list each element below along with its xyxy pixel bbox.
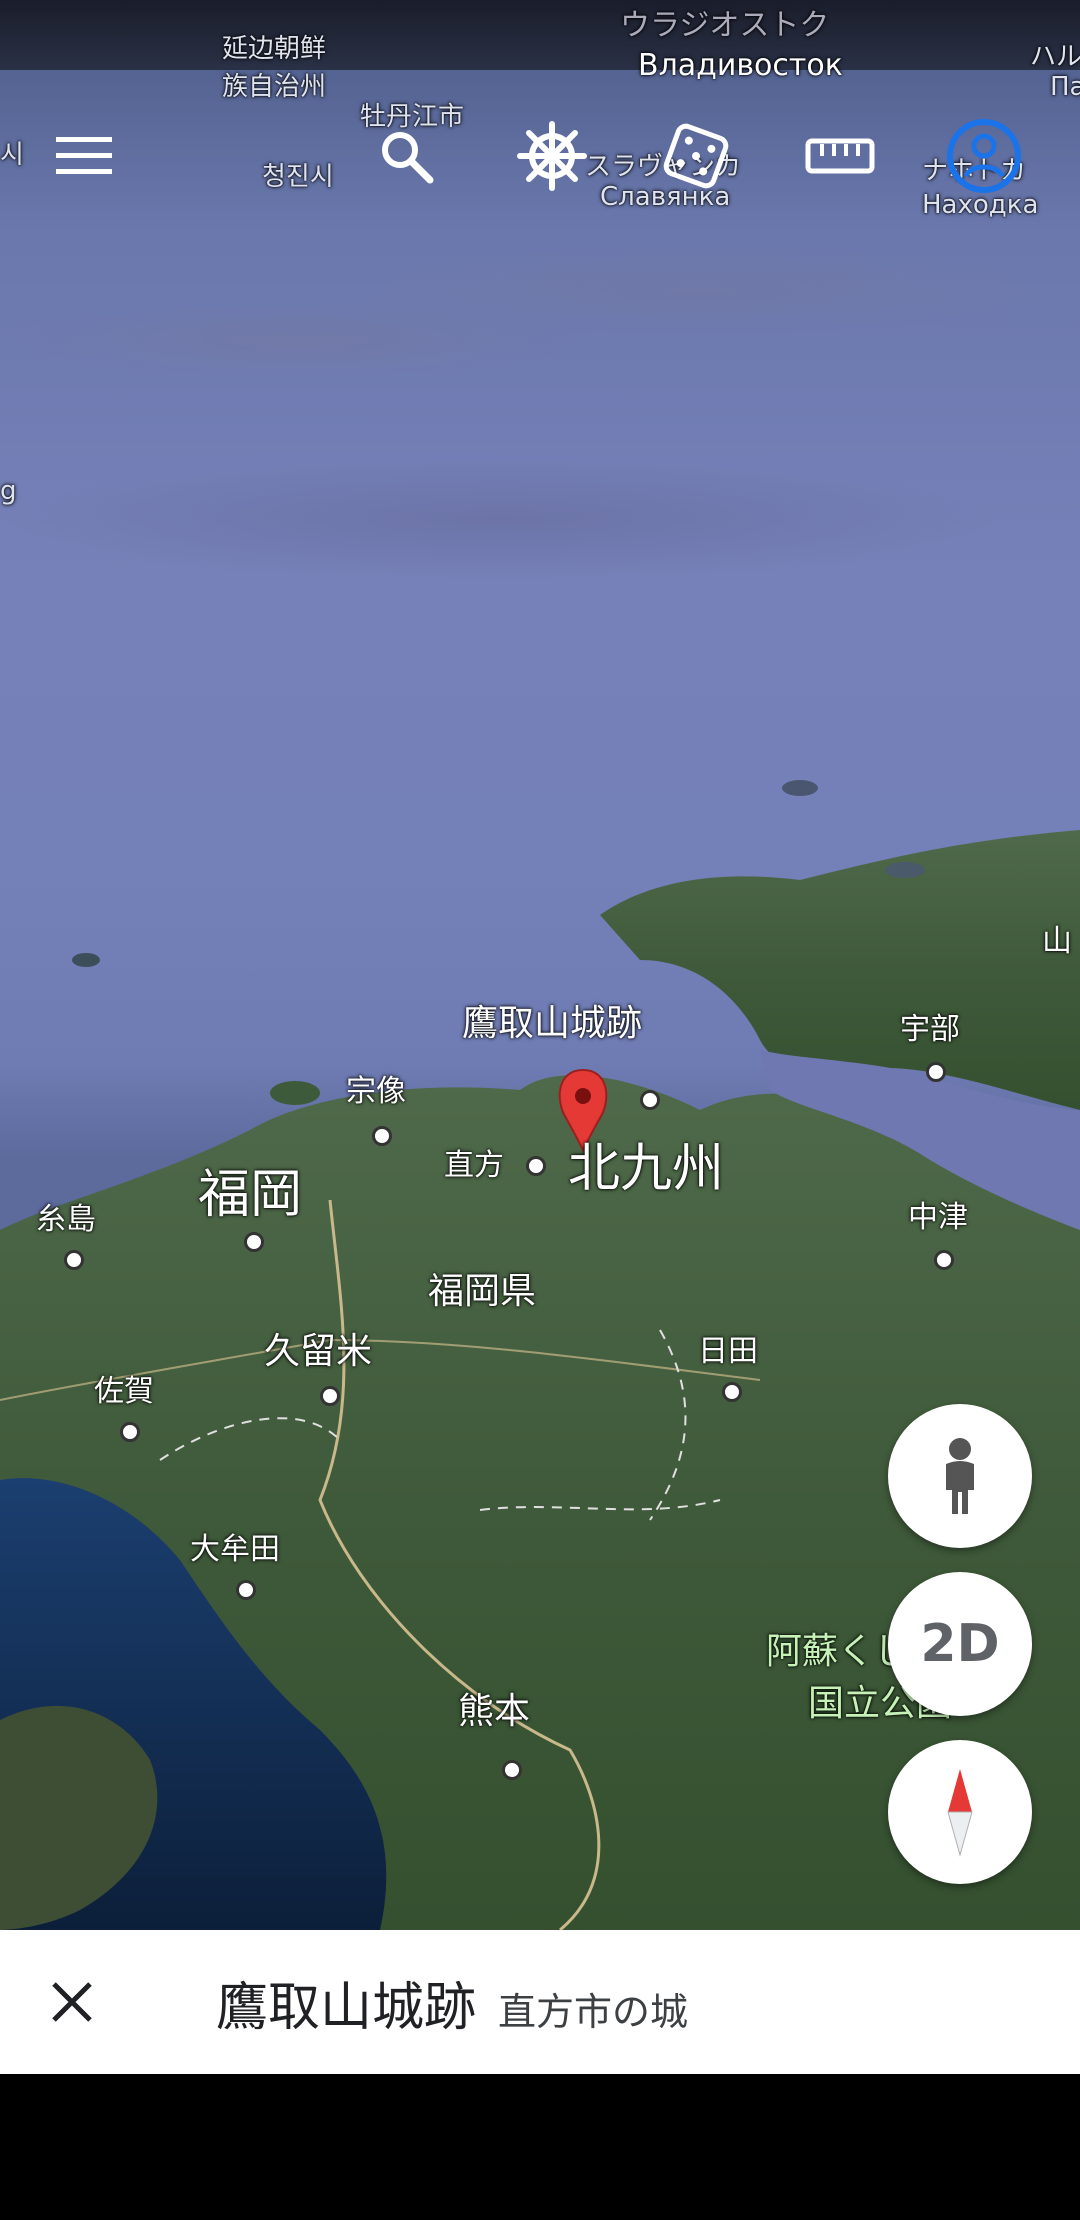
- city-marker: [722, 1382, 742, 1402]
- map-label: 日田: [698, 1334, 758, 1369]
- city-marker: [236, 1580, 256, 1600]
- city-marker: [502, 1760, 522, 1780]
- map-label: 청진시: [262, 162, 334, 192]
- map-label: 大牟田: [190, 1532, 280, 1567]
- city-marker: [244, 1232, 264, 1252]
- compass-icon: [947, 1769, 973, 1857]
- city-marker: [926, 1062, 946, 1082]
- map-label: 延边朝鲜: [222, 34, 327, 64]
- map-label: 山: [1042, 924, 1072, 959]
- map-label: Владивосток: [638, 48, 843, 83]
- map-label: 시: [0, 140, 24, 170]
- view-mode-label: 2D: [920, 1614, 1000, 1674]
- voyager-wheel-icon[interactable]: [512, 116, 592, 196]
- map-label: 族自治州: [222, 72, 327, 102]
- place-subtitle: 直方市の城: [498, 1989, 689, 2034]
- search-icon[interactable]: [366, 116, 446, 196]
- my-location-icon[interactable]: [944, 116, 1024, 196]
- menu-icon[interactable]: [44, 116, 124, 196]
- map-label: 直方: [444, 1148, 504, 1183]
- city-marker: [640, 1090, 660, 1110]
- place-title: 鷹取山城跡: [216, 1977, 477, 2038]
- city-marker: [934, 1250, 954, 1270]
- city-marker: [64, 1250, 84, 1270]
- map-label: ハル: [1030, 42, 1080, 72]
- map-label: ウラジオストク: [620, 8, 830, 43]
- system-navigation-bar: [0, 2074, 1080, 2220]
- map-label: 中津: [908, 1200, 968, 1235]
- map-label-place[interactable]: 鷹取山城跡: [462, 994, 642, 1046]
- map-label: 福岡: [198, 1165, 303, 1225]
- map-label: Па: [1050, 72, 1080, 102]
- street-view-button[interactable]: [888, 1404, 1032, 1548]
- city-marker: [372, 1126, 392, 1146]
- earth-map-view[interactable]: 延边朝鲜 族自治州 牡丹江市 청진시 ウラジオストク Владивосток ス…: [0, 0, 1080, 1930]
- city-marker: [120, 1422, 140, 1442]
- pegman-icon: [946, 1438, 974, 1514]
- place-card[interactable]: 鷹取山城跡 直方市の城: [0, 1930, 1080, 2074]
- map-label: 熊本: [458, 1691, 531, 1732]
- close-icon[interactable]: [0, 1930, 144, 2074]
- city-marker: [320, 1386, 340, 1406]
- map-label: 福岡県: [428, 1271, 537, 1312]
- map-label: 宗像: [346, 1074, 406, 1109]
- dice-icon[interactable]: [656, 116, 736, 196]
- map-label: 宇部: [900, 1012, 960, 1047]
- map-label: g: [0, 476, 17, 506]
- map-label: 佐賀: [94, 1374, 154, 1409]
- compass-button[interactable]: [888, 1740, 1032, 1884]
- map-label: 糸島: [36, 1202, 96, 1237]
- view-mode-2d-button[interactable]: 2D: [888, 1572, 1032, 1716]
- ruler-icon[interactable]: [800, 116, 880, 196]
- city-marker: [526, 1156, 546, 1176]
- map-label: 久留米: [264, 1331, 373, 1372]
- map-label: 北九州: [568, 1139, 725, 1199]
